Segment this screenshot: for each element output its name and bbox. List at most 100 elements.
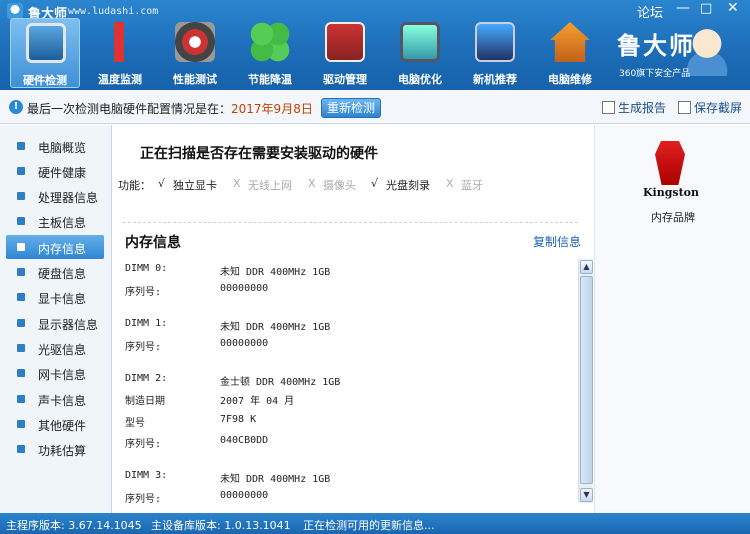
info-row: DIMM 1: 未知 DDR 400MHz 1GB xyxy=(125,318,565,334)
main-panel: 正在扫描是否存在需要安装驱动的硬件 功能： √ 独立显卡 X 无线上网 X 摄像… xyxy=(113,125,593,513)
info-row: 型号 7F98 K xyxy=(125,414,565,430)
tab-label: 硬件检测 xyxy=(23,74,67,87)
bullet-icon xyxy=(17,369,25,377)
recheck-button[interactable]: 重新检测 xyxy=(321,98,381,118)
info-row: 序列号: 040CB0DD xyxy=(125,435,565,451)
maximize-button[interactable]: □ xyxy=(700,1,712,16)
bullet-icon xyxy=(17,268,25,276)
scan-status-title: 正在扫描是否存在需要安装驱动的硬件 xyxy=(140,146,378,162)
kingston-crest-icon xyxy=(655,141,685,185)
info-key: 序列号: xyxy=(125,494,162,505)
tab-energy-saving[interactable]: 节能降温 xyxy=(235,18,305,88)
tab-label: 节能降温 xyxy=(248,73,292,86)
tab-label: 电脑维修 xyxy=(548,73,592,86)
info-value: 2007 年 04 月 xyxy=(220,396,295,407)
vertical-scrollbar[interactable]: ▲ ▼ xyxy=(578,259,593,503)
sidebar-item-display[interactable]: 显示器信息 xyxy=(6,311,104,335)
last-check-date: 2017年9月8日 xyxy=(231,102,313,116)
scroll-up-button[interactable]: ▲ xyxy=(580,260,593,274)
sidebar-item-label: 其他硬件 xyxy=(38,419,87,433)
tab-performance[interactable]: 性能测试 xyxy=(160,18,230,88)
sidebar-item-label: 主板信息 xyxy=(38,216,87,230)
device-db-version: 主设备库版本: 1.0.13.1041 xyxy=(151,519,291,532)
info-value: 未知 DDR 400MHz 1GB xyxy=(220,267,331,278)
feature-mark: √ xyxy=(371,177,379,190)
feature-mark: √ xyxy=(158,177,166,190)
sidebar-item-motherboard[interactable]: 主板信息 xyxy=(6,209,104,233)
bullet-icon xyxy=(17,243,25,251)
sidebar-item-gpu[interactable]: 显卡信息 xyxy=(6,285,104,309)
sidebar-item-overview[interactable]: 电脑概览 xyxy=(6,134,104,158)
bullet-icon xyxy=(17,445,25,453)
sidebar-item-label: 硬件健康 xyxy=(38,166,87,180)
generate-report-button[interactable]: 生成报告 xyxy=(602,99,666,116)
sidebar-item-cpu[interactable]: 处理器信息 xyxy=(6,184,104,208)
feature-camera: 摄像头 xyxy=(323,179,356,192)
brand-name: 鲁大师 xyxy=(617,32,695,60)
info-key: DIMM 1: xyxy=(125,318,168,329)
tab-optimization[interactable]: 电脑优化 xyxy=(385,18,455,88)
tab-temperature[interactable]: 温度监测 xyxy=(85,18,155,88)
feature-mark: X xyxy=(233,177,241,190)
save-screenshot-button[interactable]: 保存截屏 xyxy=(678,99,742,116)
feature-disc-burning: 光盘刻录 xyxy=(386,179,430,192)
bullet-icon xyxy=(17,319,25,327)
feature-discrete-gpu: 独立显卡 xyxy=(173,179,217,192)
feature-wifi: 无线上网 xyxy=(248,179,292,192)
kingston-logo: Kingston xyxy=(639,141,703,203)
bullet-icon xyxy=(17,395,25,403)
kingston-wordmark: Kingston xyxy=(642,186,700,199)
sidebar-item-sound[interactable]: 声卡信息 xyxy=(6,387,104,411)
info-row: DIMM 0: 未知 DDR 400MHz 1GB xyxy=(125,263,565,279)
brand-tagline: 360旗下安全产品 xyxy=(619,69,691,79)
update-status-message: 正在检测可用的更新信息... xyxy=(303,519,435,532)
tab-driver-management[interactable]: 驱动管理 xyxy=(310,18,380,88)
sidebar-item-memory[interactable]: 内存信息 xyxy=(6,235,104,259)
scroll-thumb[interactable] xyxy=(580,276,593,484)
sidebar-item-health[interactable]: 硬件健康 xyxy=(6,159,104,183)
minimize-button[interactable]: — xyxy=(676,0,690,16)
info-key: DIMM 3: xyxy=(125,470,168,481)
info-key: 序列号: xyxy=(125,342,162,353)
features-label: 功能： xyxy=(118,179,151,192)
sidebar-item-label: 功耗估算 xyxy=(38,444,87,458)
forum-link[interactable]: 论坛 xyxy=(637,2,663,21)
info-key: 型号 xyxy=(125,418,145,429)
sidebar-item-power[interactable]: 功耗估算 xyxy=(6,437,104,461)
monitor-magnifier-icon xyxy=(26,23,66,63)
memory-brand-label: 内存品牌 xyxy=(651,211,695,224)
sidebar-item-label: 硬盘信息 xyxy=(38,267,87,281)
tab-label: 驱动管理 xyxy=(323,73,367,86)
info-value: 未知 DDR 400MHz 1GB xyxy=(220,322,331,333)
close-button[interactable]: ✕ xyxy=(727,0,739,16)
info-key: 序列号: xyxy=(125,287,162,298)
screen-brush-icon xyxy=(400,22,440,62)
sidebar-item-network[interactable]: 网卡信息 xyxy=(6,361,104,385)
tab-new-pc[interactable]: 新机推荐 xyxy=(460,18,530,88)
gauge-icon xyxy=(175,22,215,62)
tab-label: 温度监测 xyxy=(98,73,142,86)
sidebar: 电脑概览 硬件健康 处理器信息 主板信息 内存信息 硬盘信息 显卡信息 显示器信… xyxy=(0,125,112,513)
info-bar: ! 最后一次检测电脑硬件配置情况是在：2017年9月8日 重新检测 生成报告 保… xyxy=(0,90,750,124)
title-toolbar: 鲁大师 www.ludashi.com 论坛 — □ ✕ 硬件检测 温度监测 性… xyxy=(0,0,750,90)
app-url: www.ludashi.com xyxy=(68,6,159,17)
sidebar-item-label: 显卡信息 xyxy=(38,292,87,306)
scroll-down-button[interactable]: ▼ xyxy=(580,488,593,502)
feature-bluetooth: 蓝牙 xyxy=(461,179,483,192)
sidebar-item-optical[interactable]: 光驱信息 xyxy=(6,336,104,360)
main-program-version: 主程序版本: 3.67.14.1045 xyxy=(6,519,142,532)
tab-label: 电脑优化 xyxy=(398,73,442,86)
clover-icon xyxy=(250,22,290,62)
tab-repair[interactable]: 电脑维修 xyxy=(535,18,605,88)
sidebar-item-other[interactable]: 其他硬件 xyxy=(6,412,104,436)
sidebar-item-label: 显示器信息 xyxy=(38,318,99,332)
house-icon xyxy=(550,22,590,62)
camera-icon xyxy=(678,101,691,114)
info-key: DIMM 2: xyxy=(125,373,168,384)
tab-label: 性能测试 xyxy=(173,73,217,86)
copy-info-link[interactable]: 复制信息 xyxy=(533,233,581,250)
sidebar-item-disk[interactable]: 硬盘信息 xyxy=(6,260,104,284)
tab-hardware-detect[interactable]: 硬件检测 xyxy=(10,18,80,88)
bullet-icon xyxy=(17,192,25,200)
info-value: 00000000 xyxy=(220,338,269,349)
